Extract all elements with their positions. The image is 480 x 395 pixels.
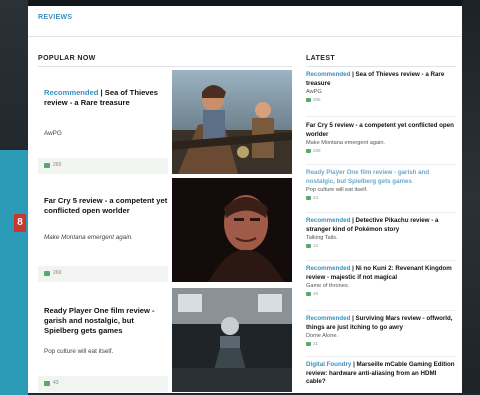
card-subtitle: Pop culture will eat itself. (44, 348, 114, 355)
reviews-page: REVIEWS POPULAR NOW LATEST Recommended |… (28, 6, 462, 393)
latest-title[interactable]: Recommended | Surviving Mars review - of… (306, 315, 456, 332)
card-title[interactable]: Ready Player One film review - garish an… (44, 306, 168, 336)
latest-item[interactable]: Recommended | Detective Pikachu review -… (306, 217, 456, 249)
comment-icon (306, 196, 311, 200)
popular-divider (38, 66, 292, 67)
comment-count[interactable]: 43 (53, 380, 59, 386)
comment-icon (306, 149, 311, 153)
latest-title[interactable]: Recommended | Sea of Thieves review - a … (306, 71, 456, 88)
comment-count[interactable]: 12 (313, 243, 318, 248)
comment-icon (306, 292, 311, 296)
card-subtitle: Make Montana emergent again. (44, 234, 133, 241)
nav-bar: REVIEWS (28, 6, 462, 37)
latest-subtitle: AwPG (306, 89, 322, 95)
side-tag: 8 (14, 214, 26, 232)
popular-card[interactable]: Recommended | Sea of Thieves review - a … (38, 70, 292, 174)
comment-count[interactable]: 265 (313, 97, 321, 102)
card-footer: 43 (38, 376, 168, 392)
ready-player-one-image[interactable] (168, 288, 292, 392)
latest-separator (306, 260, 456, 261)
latest-separator (306, 116, 456, 117)
popular-now-heading: POPULAR NOW (38, 55, 96, 62)
left-background-panel (0, 150, 28, 395)
latest-item[interactable]: Recommended | Ni no Kuni 2: Revenant Kin… (306, 265, 456, 297)
comment-icon (44, 271, 50, 276)
latest-item[interactable]: Digital Foundry | Marseille mCable Gamin… (306, 361, 456, 387)
comment-count[interactable]: 43 (313, 195, 318, 200)
card-footer: 265 (38, 158, 168, 174)
latest-subtitle: Game of thrones. (306, 283, 350, 289)
latest-title[interactable]: Recommended | Detective Pikachu review -… (306, 217, 456, 234)
comment-count[interactable]: 21 (313, 341, 318, 346)
latest-separator (306, 164, 456, 165)
comment-icon (306, 244, 311, 248)
card-title[interactable]: Recommended | Sea of Thieves review - a … (44, 88, 168, 108)
digital-foundry-tag: Digital Foundry (306, 361, 352, 368)
comment-count[interactable]: 48 (313, 291, 318, 296)
nav-reviews-link[interactable]: REVIEWS (38, 14, 72, 21)
recommended-tag: Recommended (306, 71, 351, 78)
latest-item[interactable]: Ready Player One film review - garish an… (306, 169, 456, 201)
card-subtitle: AwPG (44, 130, 62, 137)
card-footer: 269 (38, 266, 168, 282)
latest-title[interactable]: Recommended | Ni no Kuni 2: Revenant Kin… (306, 265, 456, 282)
recommended-tag: Recommended (306, 265, 351, 272)
latest-subtitle: Talking Tails. (306, 235, 338, 241)
comment-count[interactable]: 269 (53, 270, 61, 276)
right-background (462, 0, 480, 393)
latest-item[interactable]: Recommended | Sea of Thieves review - a … (306, 71, 456, 103)
latest-title[interactable]: Ready Player One film review - garish an… (306, 169, 456, 186)
comment-icon (306, 342, 311, 346)
popular-card[interactable]: Ready Player One film review - garish an… (38, 288, 292, 392)
latest-subtitle: Dome Alone. (306, 333, 339, 339)
comment-count[interactable]: 265 (53, 162, 61, 168)
comment-icon (44, 163, 50, 168)
latest-title[interactable]: Far Cry 5 review - a competent yet confl… (306, 122, 456, 139)
latest-heading: LATEST (306, 55, 336, 62)
latest-item[interactable]: Far Cry 5 review - a competent yet confl… (306, 122, 456, 154)
latest-separator (306, 310, 456, 311)
comment-icon (306, 98, 311, 102)
latest-divider (306, 66, 456, 67)
card-title[interactable]: Far Cry 5 review - a competent yet confl… (44, 196, 168, 216)
latest-title[interactable]: Digital Foundry | Marseille mCable Gamin… (306, 361, 456, 387)
popular-card[interactable]: Far Cry 5 review - a competent yet confl… (38, 178, 292, 282)
recommended-tag: Recommended (44, 88, 99, 97)
latest-separator (306, 212, 456, 213)
recommended-tag: Recommended (306, 315, 351, 322)
comment-count[interactable]: 269 (313, 148, 321, 153)
comment-icon (44, 381, 50, 386)
latest-item[interactable]: Recommended | Surviving Mars review - of… (306, 315, 456, 347)
far-cry-image[interactable] (168, 178, 292, 282)
sea-of-thieves-image[interactable] (168, 70, 292, 174)
latest-separator (306, 356, 456, 357)
recommended-tag: Recommended (306, 217, 351, 224)
latest-subtitle: Make Montana emergent again. (306, 140, 385, 146)
latest-subtitle: Pop culture will eat itself. (306, 187, 368, 193)
